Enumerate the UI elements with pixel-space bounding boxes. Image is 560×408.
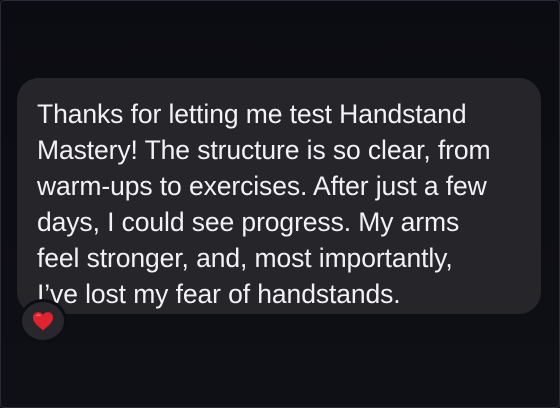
chat-screen: Thanks for letting me test Handstand Mast… [0,0,560,408]
message-line: feel stronger, and, most importantly, [37,243,453,273]
message-line: Thanks for letting me test Handstand [37,99,467,129]
message-bubble[interactable]: Thanks for letting me test Handstand Mast… [17,78,541,314]
message-text: Thanks for letting me test Handstand Mast… [37,96,521,312]
message-line: days, I could see progress. My arms [37,207,460,237]
message-line: Mastery! The structure is so clear, from [37,135,491,165]
red-heart-icon [32,311,54,331]
message-line: warm-ups to exercises. After just a few [37,171,487,201]
reaction-badge[interactable] [19,299,67,343]
message-line: I’ve lost my fear of handstands. [37,279,401,309]
